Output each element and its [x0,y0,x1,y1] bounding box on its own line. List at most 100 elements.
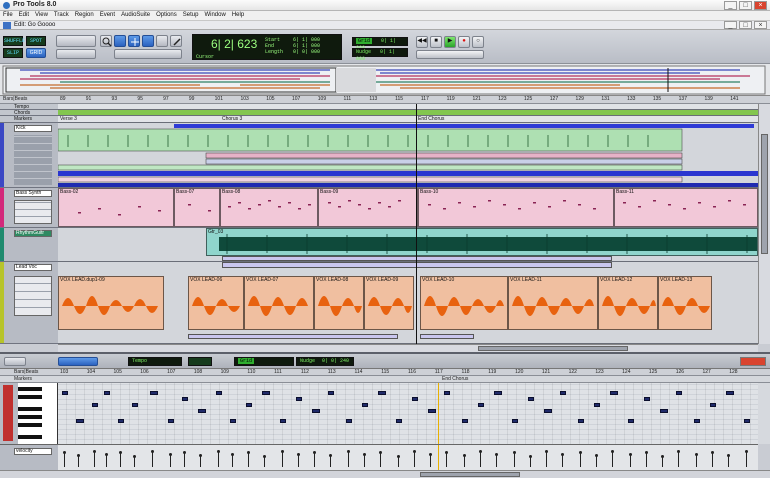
velocity-stem[interactable] [347,450,350,467]
midi-note[interactable] [132,403,138,407]
midi-note[interactable] [444,391,450,395]
velocity-stem[interactable] [169,453,172,467]
marker-end-chorus[interactable]: End Chorus [418,116,444,122]
midi-bars-ruler[interactable]: Bars|Beats 103 104 105 106 107 108 109 110 111 11… [0,369,770,376]
midi-note[interactable] [462,419,468,423]
loop-button[interactable]: ○ [472,36,484,48]
midi-grid-mode[interactable] [188,357,212,366]
edit-minimize-button[interactable]: _ [724,21,737,29]
velocity-stem[interactable] [463,454,466,467]
vertical-scroll-thumb[interactable] [761,134,768,254]
midi-marker-end-chorus[interactable]: End Chorus [442,376,468,382]
midi-note[interactable] [694,419,700,423]
velocity-stem[interactable] [645,451,648,467]
zoom-presets[interactable] [56,49,96,59]
midi-note[interactable] [628,419,634,423]
zoom-buttons[interactable] [56,35,96,47]
midi-editor-options[interactable] [4,357,26,366]
velocity-stem[interactable] [611,450,614,467]
velocity-stem[interactable] [579,451,582,467]
velocity-stem[interactable] [413,450,416,467]
vocal-alt-lane[interactable] [420,334,474,339]
velocity-stem[interactable] [595,454,598,467]
velocity-stem[interactable] [529,455,532,467]
midi-horizontal-scrollbar[interactable] [0,470,770,478]
midi-note[interactable] [594,403,600,407]
trim-tool-icon[interactable] [114,35,126,47]
midi-note[interactable] [230,419,236,423]
black-key[interactable] [18,387,42,391]
midi-note[interactable] [92,403,98,407]
velocity-stem[interactable] [77,454,80,467]
velocity-stem[interactable] [445,451,448,467]
black-key[interactable] [18,423,42,427]
velocity-stem[interactable] [711,451,714,467]
velocity-stem[interactable] [677,450,680,467]
black-key[interactable] [18,407,42,411]
velocity-stem[interactable] [297,453,300,467]
midi-note[interactable] [396,419,402,423]
midi-note[interactable] [560,391,566,395]
velocity-stem[interactable] [105,453,108,467]
velocity-stem[interactable] [247,451,250,467]
midi-note[interactable] [544,409,552,413]
track-lane-lead-vocal[interactable]: VOX LEAD.dup1-09 VOX LEAD-06 VOX LEAD-07… [58,262,758,344]
vertical-scrollbar[interactable] [758,104,770,344]
midi-editor-close-button[interactable] [740,357,766,366]
menu-window[interactable]: Window [201,11,228,18]
menu-region[interactable]: Region [72,11,97,18]
mode-spot[interactable]: SPOT [26,36,46,46]
nudge-display[interactable]: Nudge 0| 1| 000 [352,48,408,62]
maximize-button[interactable]: □ [739,1,752,10]
velocity-stem[interactable] [93,450,96,467]
menu-options[interactable]: Options [153,11,180,18]
midi-note[interactable] [76,419,84,423]
play-button[interactable]: ▶ [444,36,456,48]
midi-note[interactable] [168,419,174,423]
midi-note[interactable] [150,391,158,395]
midi-note[interactable] [610,391,618,395]
track-header-rhythm-guitar[interactable]: RhythmGuitr [0,228,58,262]
midi-note[interactable] [216,391,222,395]
menu-edit[interactable]: Edit [16,11,32,18]
midi-note[interactable] [710,403,716,407]
velocity-stem[interactable] [363,453,366,467]
markers-ruler-lane[interactable]: Verse 3 Chorus 3 End Chorus [58,116,758,123]
zoom-tool-icon[interactable] [100,35,112,47]
midi-note[interactable] [362,403,368,407]
velocity-stem[interactable] [263,455,266,467]
minimize-button[interactable]: _ [724,1,737,10]
transport-options[interactable] [416,50,484,59]
drum-subtracks[interactable] [14,135,52,185]
midi-note[interactable] [104,391,110,395]
midi-note[interactable] [428,409,436,413]
menu-event[interactable]: Event [97,11,118,18]
menu-help[interactable]: Help [229,11,247,18]
record-button[interactable]: ● [458,36,470,48]
midi-nudge-display[interactable]: Nudge 0| 0| 240 [296,357,354,366]
velocity-stem[interactable] [329,454,332,467]
menu-view[interactable]: View [32,11,51,18]
bars-beats-ruler[interactable]: Bars|Beats 89 91 93 95 97 99 101 103 105 107 109 11… [0,96,770,104]
track-lane-bass-synth[interactable]: Bass-02 Bass-07 Bass-08 Bass-09 Bass-10 … [58,188,758,228]
midi-note[interactable] [378,391,386,395]
note-grid[interactable] [58,383,758,444]
selector-tool-icon[interactable] [128,35,140,47]
pencil-tool-icon[interactable] [170,35,182,47]
velocity-stem[interactable] [151,450,154,467]
horizontal-scroll-thumb[interactable] [478,346,628,351]
midi-note[interactable] [198,409,206,413]
stop-button[interactable]: ■ [430,36,442,48]
velocity-stem[interactable] [379,451,382,467]
universe-overview[interactable] [0,64,770,96]
menu-setup[interactable]: Setup [180,11,202,18]
close-button[interactable]: × [754,1,767,10]
track-name-bass-synth[interactable]: Bass Synth [14,190,52,197]
midi-note[interactable] [744,419,750,423]
velocity-stem[interactable] [281,450,284,467]
midi-note[interactable] [676,391,682,395]
midi-note[interactable] [512,419,518,423]
vocal-alt-lane[interactable] [188,334,398,339]
track-lane-rhythm-guitar[interactable]: Gtr_03 [58,228,758,262]
midi-note[interactable] [528,397,534,401]
